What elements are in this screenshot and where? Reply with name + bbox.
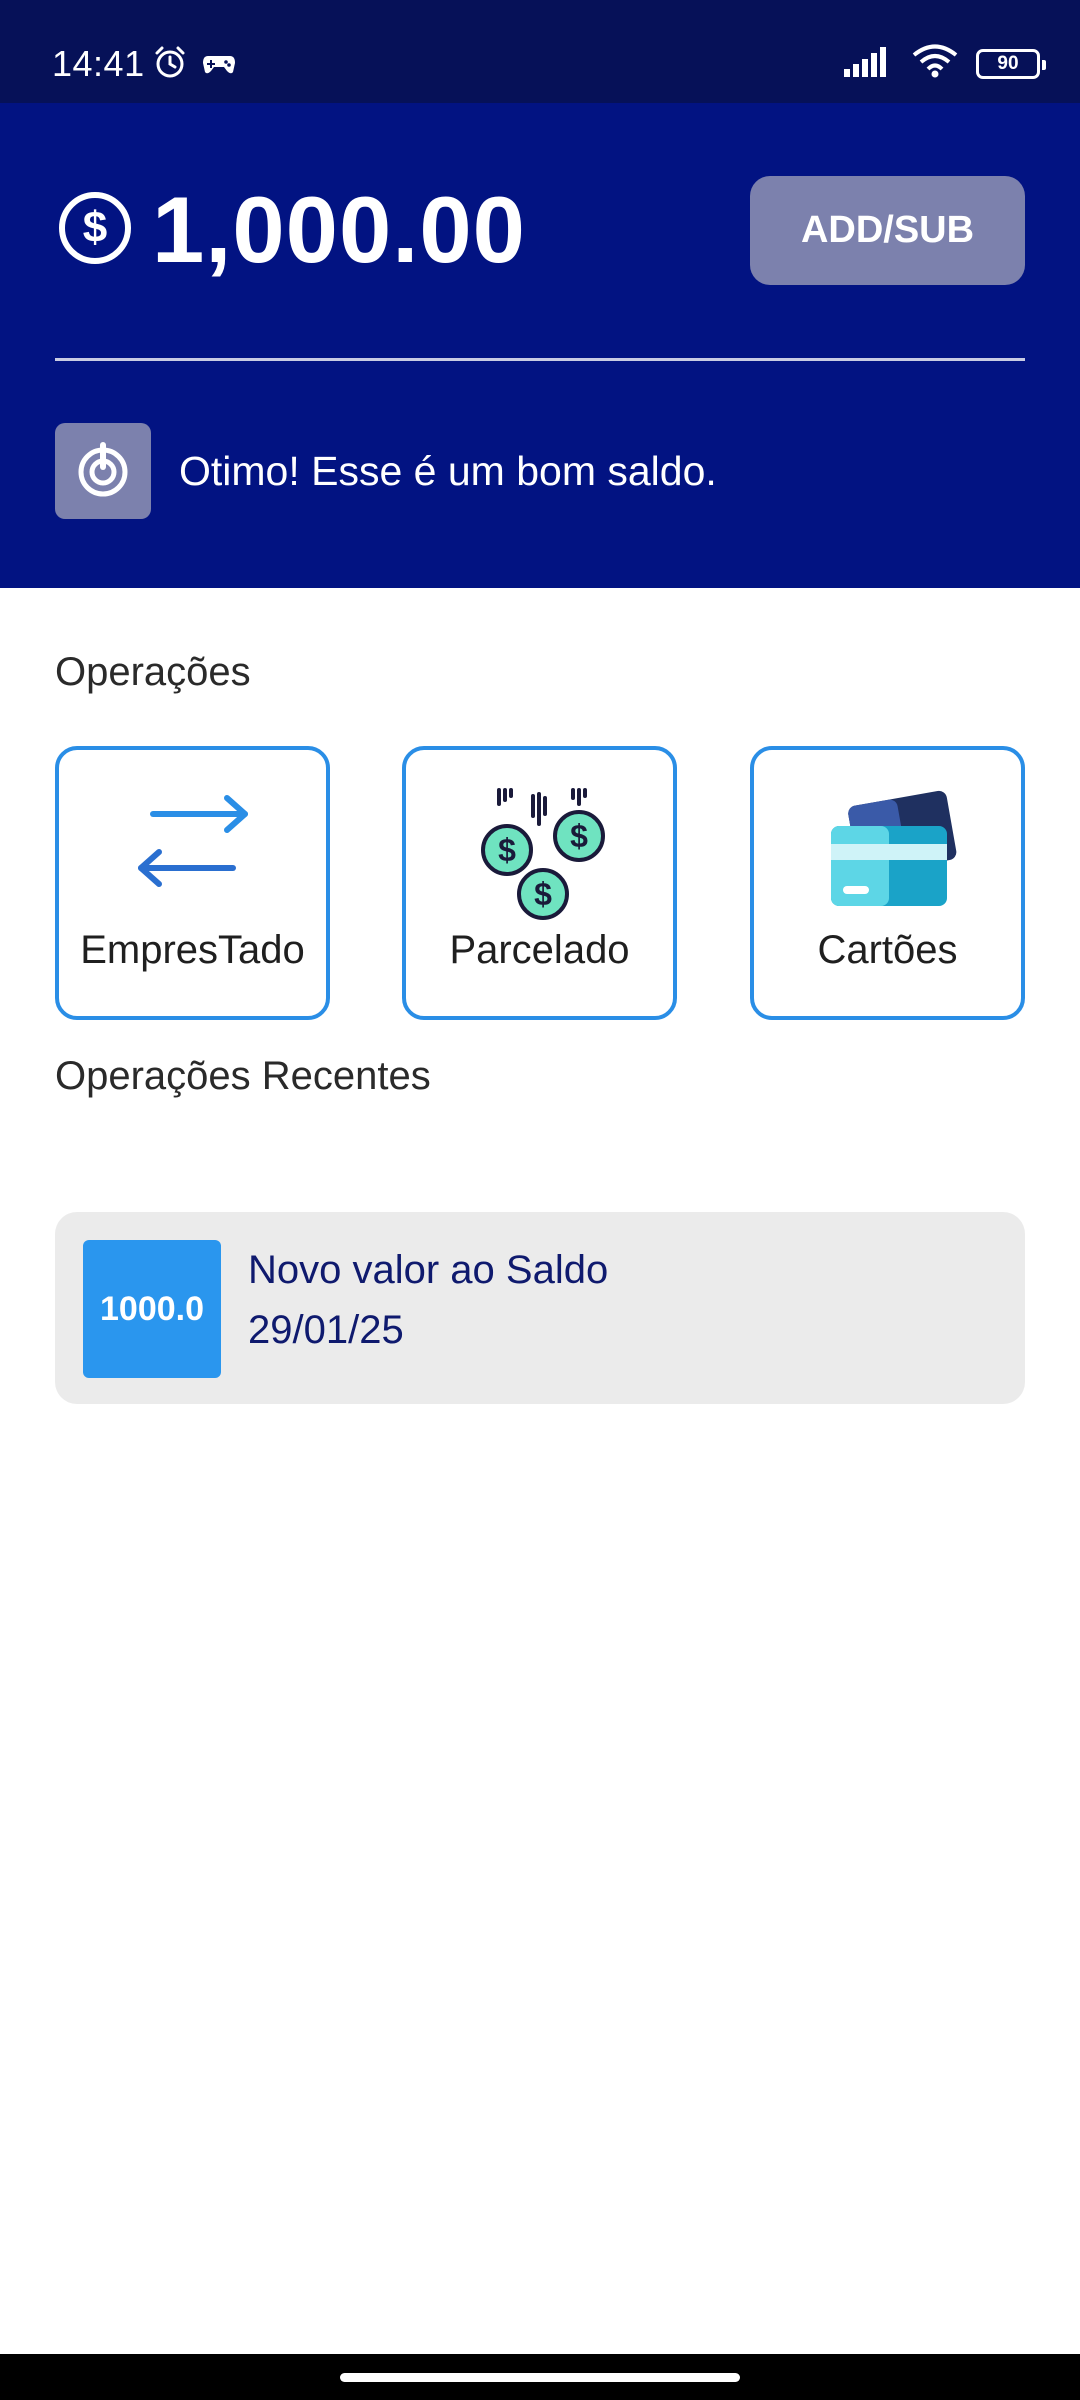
battery-icon: 90 <box>976 48 1046 79</box>
operation-card-parcelado[interactable]: $ $ $ Parcelado <box>402 746 677 1020</box>
alarm-icon <box>152 44 188 85</box>
svg-text:$: $ <box>498 832 516 868</box>
recent-operation-item[interactable]: 1000.0 Novo valor ao Saldo 29/01/25 <box>55 1212 1025 1404</box>
status-bar: 14:41 90 <box>0 0 1080 103</box>
divider <box>55 358 1025 361</box>
navigation-bar <box>0 2354 1080 2400</box>
svg-text:$: $ <box>83 203 107 252</box>
add-sub-button[interactable]: ADD/SUB <box>750 176 1025 285</box>
status-time: 14:41 <box>52 43 145 84</box>
balance-value: 1,000.00 <box>152 177 526 282</box>
operation-label: EmpresTado <box>80 928 305 972</box>
recent-operation-date: 29/01/25 <box>248 1308 404 1352</box>
svg-text:$: $ <box>570 818 588 854</box>
operations-title: Operações <box>55 650 251 694</box>
home-indicator[interactable] <box>340 2373 740 2382</box>
tip-text: Otimo! Esse é um bom saldo. <box>179 448 717 494</box>
operation-card-emprestado[interactable]: EmpresTado <box>55 746 330 1020</box>
tip-icon-box <box>55 423 151 519</box>
recent-operations-title: Operações Recentes <box>55 1054 431 1098</box>
operation-card-cartoes[interactable]: Cartões <box>750 746 1025 1020</box>
wifi-icon <box>912 44 958 83</box>
operation-label: Cartões <box>817 928 958 972</box>
transfer-arrows-icon <box>123 786 263 901</box>
credit-cards-icon <box>813 786 963 921</box>
dollar-circle-icon: $ <box>58 191 132 265</box>
signal-icon <box>844 45 894 82</box>
battery-level: 90 <box>997 52 1019 74</box>
operation-label: Parcelado <box>449 928 630 972</box>
coins-icon: $ $ $ <box>465 786 615 931</box>
target-icon <box>72 438 134 505</box>
recent-operation-description: Novo valor ao Saldo <box>248 1248 609 1292</box>
gamepad-icon <box>202 48 236 81</box>
amount-badge: 1000.0 <box>83 1240 221 1378</box>
svg-text:$: $ <box>534 876 552 912</box>
